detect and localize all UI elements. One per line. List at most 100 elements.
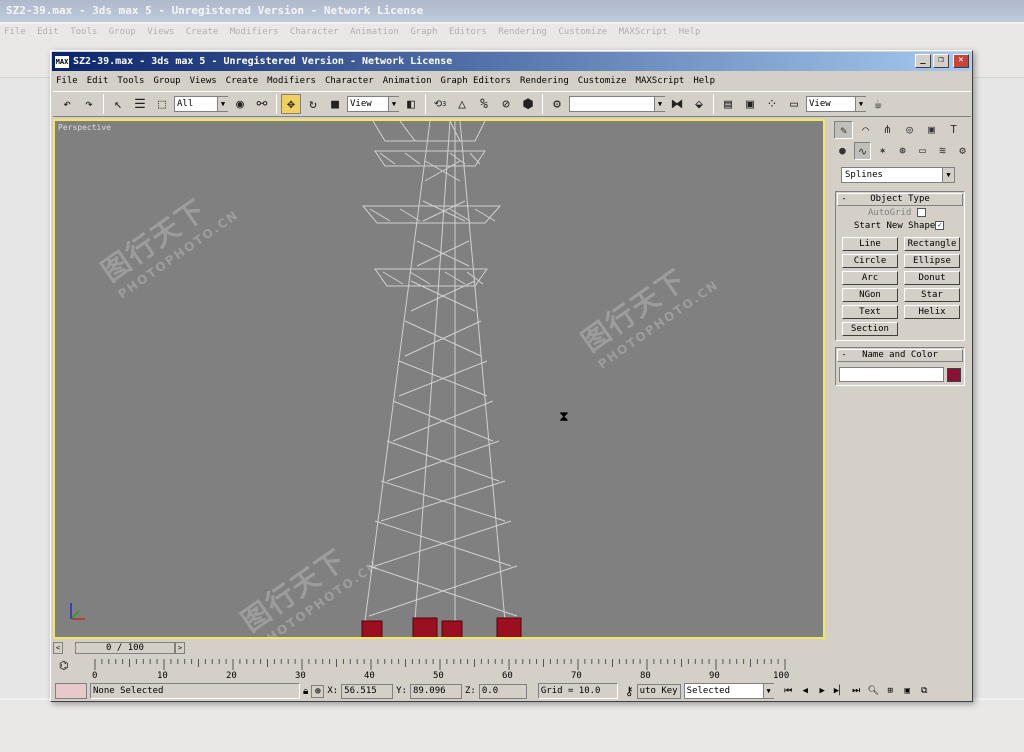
angle-snap-icon[interactable]: △ (452, 94, 472, 114)
align-icon[interactable]: ⬙ (689, 94, 709, 114)
y-coordinate-field[interactable]: 89.096 (410, 683, 463, 699)
menu-maxscript[interactable]: MAXScript (636, 76, 685, 86)
modify-tab-icon[interactable]: ⌒ (856, 121, 875, 139)
select-and-link-icon[interactable]: ◉ (230, 94, 250, 114)
reference-coordinate-dropdown[interactable]: View ▼ (347, 96, 399, 112)
menu-help[interactable]: Help (693, 76, 715, 86)
menu-edit[interactable]: Edit (87, 76, 109, 86)
menu-rendering[interactable]: Rendering (520, 76, 569, 86)
menu-group[interactable]: Group (153, 76, 180, 86)
circle-button[interactable]: Circle (842, 254, 898, 268)
menu-create[interactable]: Create (226, 76, 259, 86)
percent-snap-icon[interactable]: % (474, 94, 494, 114)
zoom-extents-icon[interactable]: ▣ (900, 684, 915, 699)
spinner-snap-icon[interactable]: ⊘ (496, 94, 516, 114)
render-scene-icon[interactable]: ▭ (784, 94, 804, 114)
menu-character[interactable]: Character (325, 76, 374, 86)
menu-file[interactable]: File (56, 76, 78, 86)
play-icon[interactable]: ▶ (815, 684, 830, 699)
minimize-button[interactable]: _ (915, 54, 931, 68)
autogrid-checkbox[interactable]: AutoGrid (836, 207, 964, 220)
shape-category-dropdown[interactable]: Splines ▼ (841, 167, 955, 183)
cameras-icon[interactable]: ⊛ (894, 142, 911, 160)
go-to-end-icon[interactable]: ⏭ (849, 684, 864, 699)
edit-named-selection-icon[interactable]: ⚙ (547, 94, 567, 114)
redo-icon[interactable]: ↷ (79, 94, 99, 114)
time-slider[interactable]: 0 / 100 (75, 642, 175, 654)
arc-button[interactable]: Arc (842, 271, 898, 285)
previous-frame-icon[interactable]: ◀ (798, 684, 813, 699)
key-filter-dropdown[interactable]: Selected ▼ (683, 683, 774, 699)
donut-button[interactable]: Donut (904, 271, 960, 285)
object-type-header[interactable]: - Object Type (837, 193, 963, 206)
track-bar[interactable]: 0 10 20 30 40 50 60 70 80 90 100 ⌬ (53, 657, 829, 681)
snap-toggle-icon[interactable]: ⟲ 3 (430, 94, 450, 114)
region-select-icon[interactable]: ⬚ (152, 94, 172, 114)
close-button[interactable]: ✕ (953, 54, 969, 68)
shapes-icon[interactable]: ∿ (853, 142, 872, 160)
z-coordinate-field[interactable]: 0.0 (478, 683, 527, 699)
section-button[interactable]: Section (842, 322, 898, 336)
object-color-swatch[interactable] (947, 367, 961, 382)
undo-icon[interactable]: ↶ (57, 94, 77, 114)
prev-frame-arrow-icon[interactable]: < (53, 642, 63, 654)
helix-button[interactable]: Helix (904, 305, 960, 319)
select-and-scale-icon[interactable]: ■ (325, 94, 345, 114)
name-and-color-header[interactable]: - Name and Color (837, 349, 963, 362)
zoom-icon[interactable]: 🔍︎ (866, 684, 881, 699)
select-by-name-icon[interactable]: ☰ (130, 94, 150, 114)
named-selection-icon[interactable]: ⬢ (518, 94, 538, 114)
mirror-icon[interactable]: ⧓ (667, 94, 687, 114)
zoom-extents-all-icon[interactable]: ⧉ (917, 684, 932, 699)
geometry-icon[interactable]: ● (834, 142, 851, 160)
create-tab-icon[interactable]: ✎ (834, 121, 853, 139)
unlink-icon[interactable]: ⚯ (252, 94, 272, 114)
schematic-view-icon[interactable]: ▣ (740, 94, 760, 114)
rectangle-button[interactable]: Rectangle (904, 237, 960, 251)
pivot-center-icon[interactable]: ◧ (401, 94, 421, 114)
object-name-input[interactable] (839, 367, 945, 382)
ngon-button[interactable]: NGon (842, 288, 898, 302)
helpers-icon[interactable]: ▭ (914, 142, 931, 160)
x-coordinate-field[interactable]: 56.515 (341, 683, 394, 699)
zoom-all-icon[interactable]: ⊞ (883, 684, 898, 699)
title-bar[interactable]: MAX SZ2-39.max - 3ds max 5 - Unregistere… (52, 52, 971, 71)
perspective-viewport[interactable]: Perspective 图行天下 PHOTOPHOTO.CN 图行天下 PHOT… (53, 119, 825, 639)
motion-tab-icon[interactable]: ◎ (900, 121, 919, 139)
maximize-button[interactable]: ❐ (933, 54, 949, 68)
selection-filter-dropdown[interactable]: All ▼ (174, 96, 228, 112)
track-view-icon[interactable]: ▤ (718, 94, 738, 114)
mini-curve-editor-icon[interactable]: ⌬ (59, 659, 69, 672)
star-button[interactable]: Star (904, 288, 960, 302)
menu-tools[interactable]: Tools (117, 76, 144, 86)
menu-animation[interactable]: Animation (383, 76, 432, 86)
utilities-tab-icon[interactable]: T (944, 121, 963, 139)
lights-icon[interactable]: ✶ (874, 142, 891, 160)
named-selection-dropdown[interactable]: ▼ (569, 96, 665, 112)
menu-views[interactable]: Views (190, 76, 217, 86)
go-to-start-icon[interactable]: ⏮ (781, 684, 796, 699)
next-frame-icon[interactable]: ▶▏ (832, 684, 847, 699)
absolute-mode-icon[interactable]: ⊕ (311, 684, 325, 698)
quick-render-icon[interactable]: ☕ (868, 94, 888, 114)
systems-icon[interactable]: ⚙ (954, 142, 971, 160)
menu-modifiers[interactable]: Modifiers (267, 76, 316, 86)
next-frame-arrow-icon[interactable]: > (175, 642, 185, 654)
maxscript-listener-icon[interactable] (55, 683, 87, 699)
render-type-dropdown[interactable]: View ▼ (806, 96, 866, 112)
space-warps-icon[interactable]: ≋ (934, 142, 951, 160)
lock-selection-icon[interactable]: 🔒︎ (303, 686, 308, 697)
select-and-rotate-icon[interactable]: ↻ (303, 94, 323, 114)
text-button[interactable]: Text (842, 305, 898, 319)
ellipse-button[interactable]: Ellipse (904, 254, 960, 268)
start-new-shape-checkbox[interactable]: Start New Shape ✓ (836, 220, 964, 233)
select-object-icon[interactable]: ↖ (108, 94, 128, 114)
hierarchy-tab-icon[interactable]: ⋔ (878, 121, 897, 139)
material-editor-icon[interactable]: ⁘ (762, 94, 782, 114)
line-button[interactable]: Line (842, 237, 898, 251)
menu-customize[interactable]: Customize (578, 76, 627, 86)
select-and-move-icon[interactable]: ✥ (281, 94, 301, 114)
display-tab-icon[interactable]: ▣ (922, 121, 941, 139)
set-key-icon[interactable]: ⚷ (625, 684, 634, 698)
menu-graph-editors[interactable]: Graph Editors (441, 76, 511, 86)
